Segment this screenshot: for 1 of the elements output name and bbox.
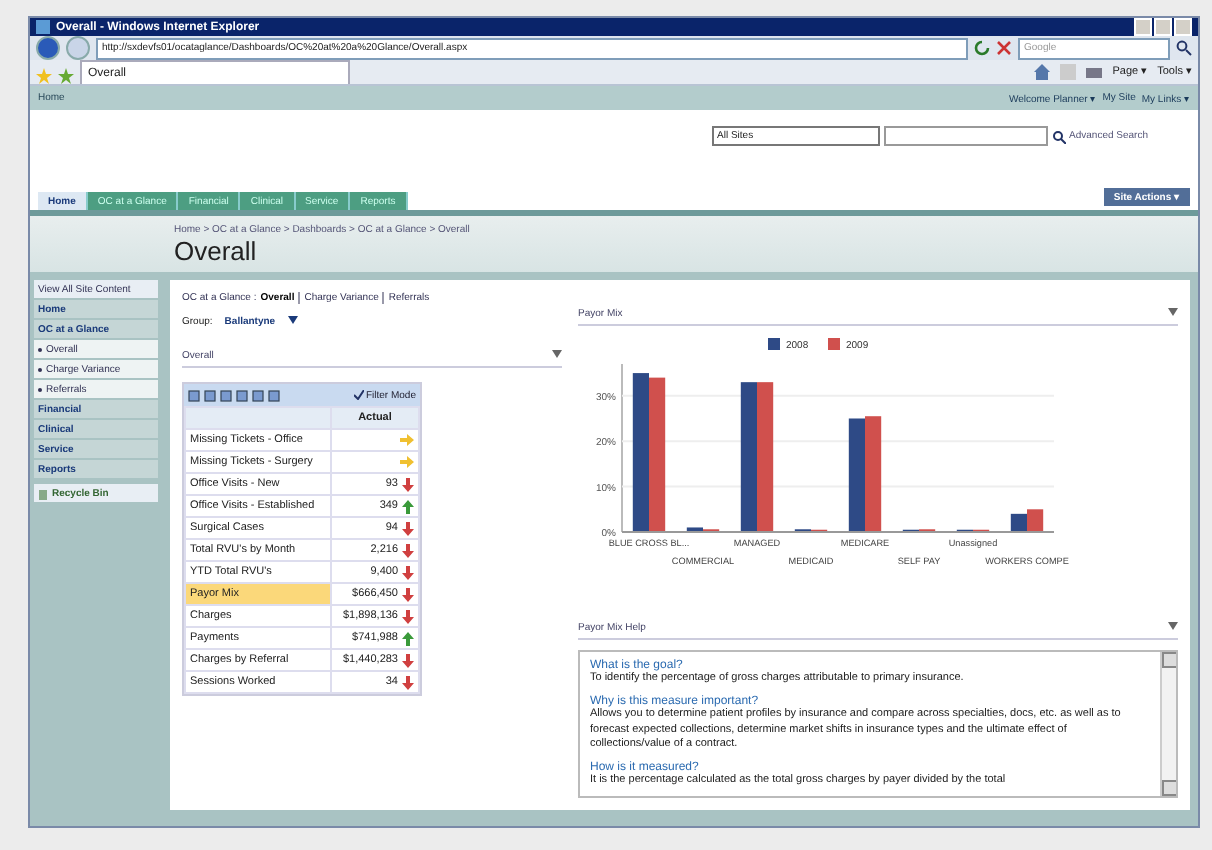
page-title: Overall	[174, 235, 259, 266]
